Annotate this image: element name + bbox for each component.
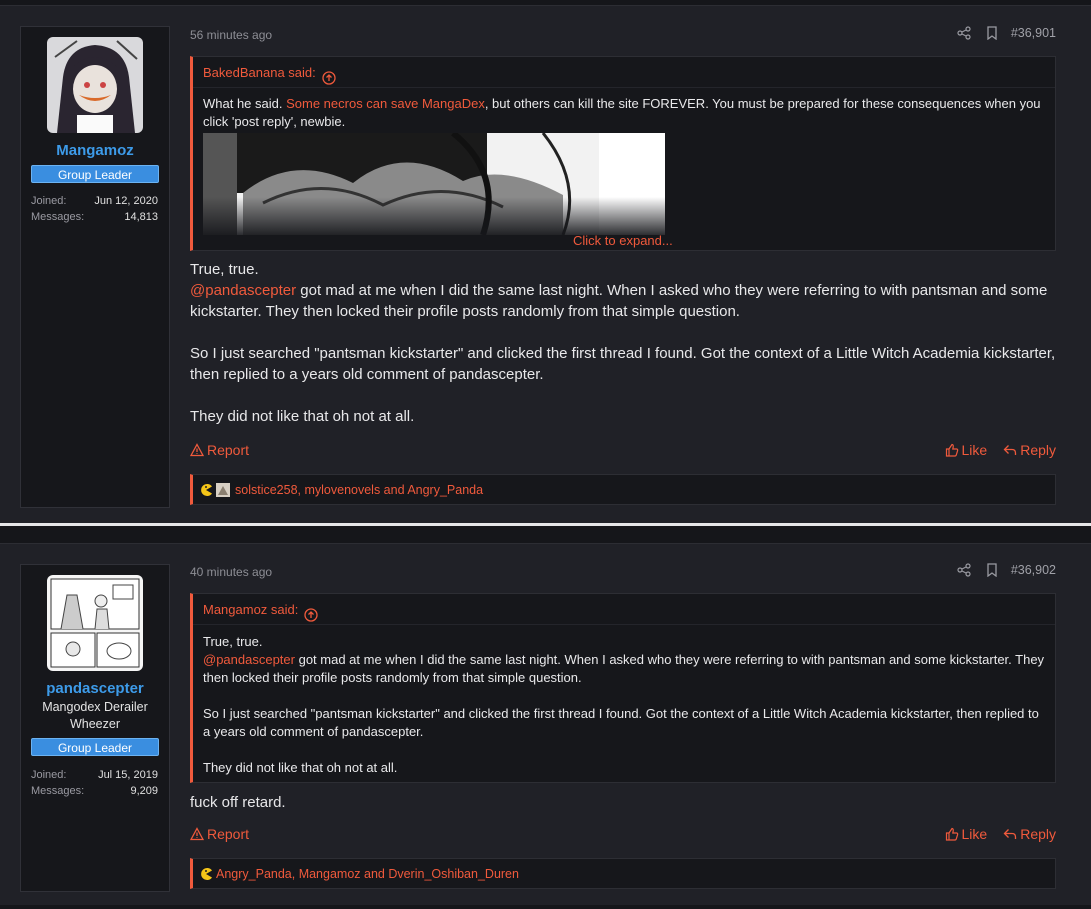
user-info-mangamoz: Mangamoz Group Leader Joined: Jun 12, 202…	[20, 26, 170, 508]
post-body: fuck off retard.	[190, 792, 1056, 813]
like-button[interactable]: Like	[945, 442, 988, 458]
reply-icon	[1003, 827, 1017, 841]
quote-text-body: got mad at me when I did the same last n…	[203, 652, 1045, 685]
joined-date: Jun 12, 2020	[94, 195, 158, 207]
messages-label: Messages:	[31, 785, 85, 797]
user-stats: Joined: Jul 15, 2019 Messages: 9,209	[31, 767, 158, 799]
share-icon[interactable]	[957, 563, 971, 577]
report-button[interactable]: Report	[189, 442, 250, 458]
reply-icon	[1003, 443, 1017, 457]
post-meta: 40 minutes ago #36,902	[190, 563, 1056, 581]
username[interactable]: Mangamoz	[21, 142, 169, 159]
post-number[interactable]: #36,901	[1011, 26, 1056, 40]
quote-para1: @pandascepter got mad at me when I did t…	[203, 651, 1045, 687]
warning-icon	[189, 827, 205, 841]
joined-date: Jul 15, 2019	[98, 769, 158, 781]
reactions-bar[interactable]: solstice258, mylovenovels and Angry_Pand…	[190, 474, 1056, 505]
report-label: Report	[207, 442, 250, 458]
post-actions: Report Like Reply	[189, 442, 1056, 462]
username[interactable]: pandascepter	[21, 680, 169, 697]
like-button[interactable]: Like	[945, 826, 988, 842]
pacman-reaction-icon	[199, 867, 213, 881]
report-button[interactable]: Report	[189, 826, 250, 842]
messages-label: Messages:	[31, 211, 85, 223]
thumbs-up-icon	[945, 827, 959, 841]
quote-text: True, true. @pandascepter got mad at me …	[193, 625, 1055, 777]
quote-author[interactable]: BakedBanana said:	[203, 57, 316, 88]
joined-label: Joined:	[31, 769, 67, 781]
quoted-manga-image[interactable]	[203, 133, 665, 235]
pacman-reaction-icon	[199, 483, 213, 497]
avatar[interactable]	[47, 37, 143, 133]
quote-block: BakedBanana said: What he said. Some nec…	[190, 56, 1056, 251]
reply-button[interactable]: Reply	[1003, 442, 1056, 458]
sticker-reaction-icon	[216, 482, 230, 497]
report-label: Report	[207, 826, 250, 842]
user-title: Mangodex Derailer Wheezer	[42, 700, 148, 731]
quote-line1: True, true.	[203, 634, 263, 649]
post-body: True, true. @pandascepter got mad at me …	[190, 259, 1056, 427]
arrow-up-circle-icon[interactable]	[322, 65, 336, 85]
post-divider	[0, 523, 1091, 526]
post-body-para1: @pandascepter got mad at me when I did t…	[190, 280, 1056, 322]
group-leader-badge: Group Leader	[31, 165, 159, 183]
reply-label: Reply	[1020, 442, 1056, 458]
thumbs-up-icon	[945, 443, 959, 457]
user-stats: Joined: Jun 12, 2020 Messages: 14,813	[31, 193, 158, 225]
click-to-expand-link[interactable]: Click to expand...	[573, 233, 673, 248]
bookmark-icon[interactable]	[985, 26, 999, 41]
reactions-bar[interactable]: Angry_Panda, Mangamoz and Dverin_Oshiban…	[190, 858, 1056, 889]
arrow-up-circle-icon[interactable]	[304, 602, 319, 622]
bookmark-icon[interactable]	[985, 563, 999, 578]
reply-button[interactable]: Reply	[1003, 826, 1056, 842]
post-body-para2: So I just searched "pantsman kickstarter…	[190, 345, 1056, 383]
joined-label: Joined:	[31, 195, 67, 207]
reply-label: Reply	[1020, 826, 1056, 842]
expand-fade	[203, 197, 665, 235]
user-info-pandascepter: pandascepter Mangodex Derailer Wheezer G…	[20, 564, 170, 892]
post-body-para3: They did not like that oh not at all.	[190, 408, 415, 425]
reactions-users[interactable]: solstice258, mylovenovels and Angry_Pand…	[235, 483, 483, 497]
post-36902: pandascepter Mangodex Derailer Wheezer G…	[0, 543, 1091, 905]
messages-count: 14,813	[124, 211, 158, 223]
post-body-line: True, true.	[190, 261, 259, 278]
share-icon[interactable]	[957, 26, 971, 40]
like-label: Like	[961, 442, 988, 458]
reactions-users[interactable]: Angry_Panda, Mangamoz and Dverin_Oshiban…	[216, 867, 519, 881]
group-leader-badge: Group Leader	[31, 738, 159, 756]
post-actions: Report Like Reply	[189, 826, 1056, 846]
quote-text: What he said. Some necros can save Manga…	[193, 88, 1055, 235]
quote-block: Mangamoz said: True, true. @pandascepter…	[190, 593, 1056, 783]
post-time[interactable]: 56 minutes ago	[190, 28, 272, 42]
mention-link[interactable]: @pandascepter	[190, 282, 296, 299]
like-label: Like	[961, 826, 988, 842]
quote-header[interactable]: BakedBanana said:	[193, 57, 1055, 88]
avatar[interactable]	[47, 575, 143, 671]
mention-link[interactable]: @pandascepter	[203, 652, 295, 667]
warning-icon	[189, 443, 205, 457]
post-body-text: got mad at me when I did the same last n…	[190, 282, 1048, 320]
quote-para2: So I just searched "pantsman kickstarter…	[203, 706, 1039, 739]
post-meta: 56 minutes ago #36,901	[190, 26, 1056, 44]
post-36901: Mangamoz Group Leader Joined: Jun 12, 202…	[0, 5, 1091, 523]
post-time[interactable]: 40 minutes ago	[190, 565, 272, 579]
quote-text-pre: What he said.	[203, 96, 287, 111]
quote-link[interactable]: Some necros can save MangaDex	[286, 96, 485, 111]
post-body-line: fuck off retard.	[190, 794, 286, 811]
quote-header[interactable]: Mangamoz said:	[193, 594, 1055, 625]
quote-para3: They did not like that oh not at all.	[203, 760, 398, 775]
quote-author[interactable]: Mangamoz said:	[203, 594, 298, 625]
post-number[interactable]: #36,902	[1011, 563, 1056, 577]
messages-count: 9,209	[130, 785, 158, 797]
